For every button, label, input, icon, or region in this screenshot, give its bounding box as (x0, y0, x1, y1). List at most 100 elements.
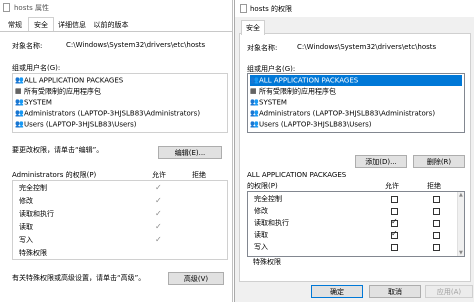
permission-name: 修改 (19, 197, 33, 205)
deny-header: 拒绝 (427, 182, 441, 190)
permissions-header-line1: ALL APPLICATION PACKAGES (247, 171, 347, 179)
object-name-label: 对象名称: (247, 44, 278, 52)
allow-checkbox[interactable] (391, 244, 398, 251)
deny-checkbox[interactable] (433, 232, 440, 239)
deny-checkbox[interactable] (433, 196, 440, 203)
users-icon: 👥 (15, 98, 24, 106)
cancel-button[interactable]: 取消 (369, 285, 421, 298)
allow-header: 允许 (385, 182, 399, 190)
permission-name: 特殊权限 (253, 258, 281, 266)
deny-checkbox[interactable] (433, 208, 440, 215)
properties-title-bar: hosts 属性 (0, 0, 232, 16)
group-label: 所有受限制的应用程序包 (24, 87, 101, 96)
list-item[interactable]: 👥Users (LAPTOP-3HJSLB83\Users) (250, 119, 462, 130)
users-icon: 👥 (250, 120, 259, 128)
add-button[interactable]: 添加(D)... (355, 155, 407, 168)
allow-check-icon: ✓ (155, 183, 162, 192)
permission-name: 读取和执行 (254, 219, 289, 227)
tab-details[interactable]: 详细信息 (56, 18, 88, 32)
properties-title: hosts 属性 (14, 4, 49, 12)
allow-checkbox[interactable] (391, 208, 398, 215)
allow-check-icon: ✓ (155, 235, 162, 244)
permissions-title: hosts 的权限 (250, 5, 292, 13)
allow-checkbox[interactable] (391, 196, 398, 203)
deny-checkbox[interactable] (433, 244, 440, 251)
group-label: SYSTEM (24, 98, 52, 107)
advanced-button[interactable]: 高级(V) (168, 272, 224, 285)
package-icon: ▦ (15, 87, 22, 95)
group-label: 所有受限制的应用程序包 (259, 87, 336, 96)
groups-label: 组或用户名(G): (12, 64, 61, 72)
users-icon: 👥 (15, 76, 24, 84)
permission-name: 读取 (19, 223, 33, 231)
permission-row: 读取和执行 (254, 218, 289, 229)
permission-row: 修改 (254, 206, 268, 217)
permissions-scrollbar[interactable]: ▲ ▼ (457, 192, 464, 256)
package-icon: ▦ (250, 87, 257, 95)
list-item[interactable]: ▦ 所有受限制的应用程序包 (15, 86, 225, 97)
deny-checkbox[interactable] (433, 220, 440, 227)
permission-row: 完全控制 (19, 183, 47, 194)
file-icon (240, 4, 247, 13)
permission-name: 读取和执行 (19, 210, 54, 218)
groups-list[interactable]: 👥ALL APPLICATION PACKAGES ▦ 所有受限制的应用程序包 👥… (247, 73, 465, 133)
object-name-value: C:\Windows\System32\drivers\etc\hosts (297, 43, 437, 51)
users-icon: 👥 (250, 98, 259, 106)
list-item[interactable]: 👥ALL APPLICATION PACKAGES (15, 75, 225, 86)
permission-name: 写入 (254, 243, 268, 251)
scroll-down-icon[interactable]: ▼ (459, 250, 463, 256)
users-icon: 👥 (15, 109, 24, 117)
list-item[interactable]: ▦ 所有受限制的应用程序包 (250, 86, 462, 97)
advanced-hint: 有关特殊权限或高级设置，请单击“高级”。 (12, 274, 146, 282)
permissions-header-line2: 的权限(P) (247, 182, 278, 190)
list-item[interactable]: 👥SYSTEM (250, 97, 462, 108)
group-label: Administrators (LAPTOP-3HJSLB83\Administ… (259, 109, 436, 118)
tab-security[interactable]: 安全 (241, 20, 265, 35)
allow-header: 允许 (152, 171, 166, 179)
list-item[interactable]: 👥Administrators (LAPTOP-3HJSLB83\Adminis… (250, 108, 462, 119)
deny-header: 拒绝 (192, 171, 206, 179)
permissions-title-bar: hosts 的权限 (235, 0, 474, 17)
allow-check-icon: ✓ (155, 209, 162, 218)
remove-button[interactable]: 删除(R) (413, 155, 465, 168)
tab-previous-versions[interactable]: 以前的版本 (90, 18, 132, 32)
tab-security[interactable]: 安全 (28, 17, 54, 32)
scroll-up-icon[interactable]: ▲ (459, 192, 463, 198)
users-icon: 👥 (250, 76, 259, 84)
permission-row: 完全控制 (254, 194, 282, 205)
allow-checkbox[interactable] (391, 229, 398, 239)
tab-divider (0, 31, 232, 32)
allow-check-icon: ✓ (155, 196, 162, 205)
permissions-header: Administrators 的权限(P) (12, 171, 97, 179)
list-item[interactable]: 👥Users (LAPTOP-3HJSLB83\Users) (15, 119, 225, 130)
permission-name: 特殊权限 (19, 249, 47, 257)
permission-row: 特殊权限 (19, 248, 47, 259)
list-item[interactable]: 👥Administrators (LAPTOP-3HJSLB83\Adminis… (15, 108, 225, 119)
group-label: ALL APPLICATION PACKAGES (24, 76, 124, 85)
permission-row: 写入 (19, 235, 33, 246)
permission-row: 写入 (254, 242, 268, 253)
ok-button[interactable]: 确定 (311, 285, 363, 298)
group-label: Administrators (LAPTOP-3HJSLB83\Administ… (24, 109, 201, 118)
permission-row: 特殊权限 (253, 257, 281, 268)
permissions-list[interactable]: 完全控制 修改 读取和执行 读取 写入 ▲ ▼ (247, 191, 465, 257)
edit-button[interactable]: 编辑(E)... (158, 146, 222, 159)
permissions-list: 完全控制 ✓ 修改 ✓ 读取和执行 ✓ 读取 ✓ 写入 ✓ 特殊权限 (12, 180, 228, 260)
permissions-window: hosts 的权限 安全 对象名称: C:\Windows\System32\d… (234, 0, 474, 302)
apply-button[interactable]: 应用(A) (425, 285, 473, 298)
tab-general[interactable]: 常规 (4, 18, 26, 32)
properties-window: hosts 属性 常规 安全 详细信息 以前的版本 对象名称: C:\Windo… (0, 0, 233, 302)
group-label: SYSTEM (259, 98, 287, 107)
allow-checkbox[interactable] (391, 217, 398, 227)
groups-list[interactable]: 👥ALL APPLICATION PACKAGES ▦ 所有受限制的应用程序包 👥… (12, 73, 228, 133)
list-item[interactable]: 👥ALL APPLICATION PACKAGES (250, 75, 462, 86)
permission-row: 修改 (19, 196, 33, 207)
permission-name: 写入 (19, 236, 33, 244)
list-item[interactable]: 👥SYSTEM (15, 97, 225, 108)
group-label: Users (LAPTOP-3HJSLB83\Users) (259, 120, 372, 129)
permission-name: 完全控制 (19, 184, 47, 192)
file-icon (3, 3, 10, 12)
users-icon: 👥 (250, 109, 259, 117)
object-name-label: 对象名称: (12, 42, 43, 50)
group-label: Users (LAPTOP-3HJSLB83\Users) (24, 120, 137, 129)
